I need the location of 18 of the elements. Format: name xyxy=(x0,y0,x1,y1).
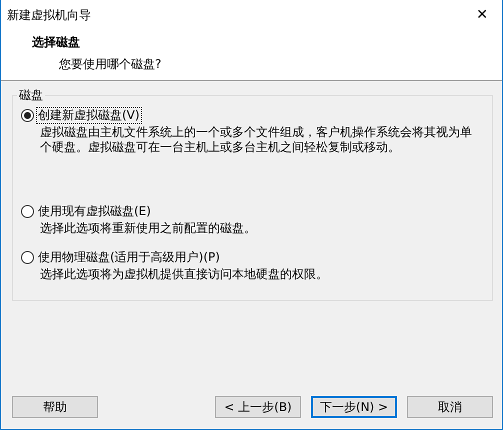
radio-button[interactable] xyxy=(21,205,34,218)
window-title: 新建虚拟机向导 xyxy=(7,6,91,24)
cancel-button[interactable]: 取消 xyxy=(407,396,493,418)
help-button[interactable]: 帮助 xyxy=(12,396,98,418)
option-label[interactable]: 使用物理磁盘(适用于高级用户)(P) xyxy=(37,250,221,265)
group-label: 磁盘 xyxy=(17,89,45,102)
close-button[interactable]: ✕ xyxy=(472,7,492,23)
page-title: 选择磁盘 xyxy=(32,34,81,51)
option-description: 选择此选项将重新使用之前配置的磁盘。 xyxy=(40,221,257,236)
option-description: 选择此选项将为虚拟机提供直接访问本地硬盘的权限。 xyxy=(40,267,329,282)
back-button[interactable]: < 上一步(B) xyxy=(215,396,301,418)
radio-button[interactable] xyxy=(21,109,34,122)
page-subtitle: 您要使用哪个磁盘? xyxy=(59,56,162,73)
radio-button[interactable] xyxy=(21,251,34,264)
option-label[interactable]: 创建新虚拟磁盘(V) xyxy=(37,108,141,123)
option-description: 虚拟磁盘由主机文件系统上的一个或多个文件组成，客户机操作系统会将其视为单个硬盘。虚拟磁盘可在一台主机上或多台主机之间轻松复制或移动。 xyxy=(40,125,473,155)
option-label[interactable]: 使用现有虚拟磁盘(E) xyxy=(37,204,152,219)
next-button[interactable]: 下一步(N) > xyxy=(311,396,397,418)
